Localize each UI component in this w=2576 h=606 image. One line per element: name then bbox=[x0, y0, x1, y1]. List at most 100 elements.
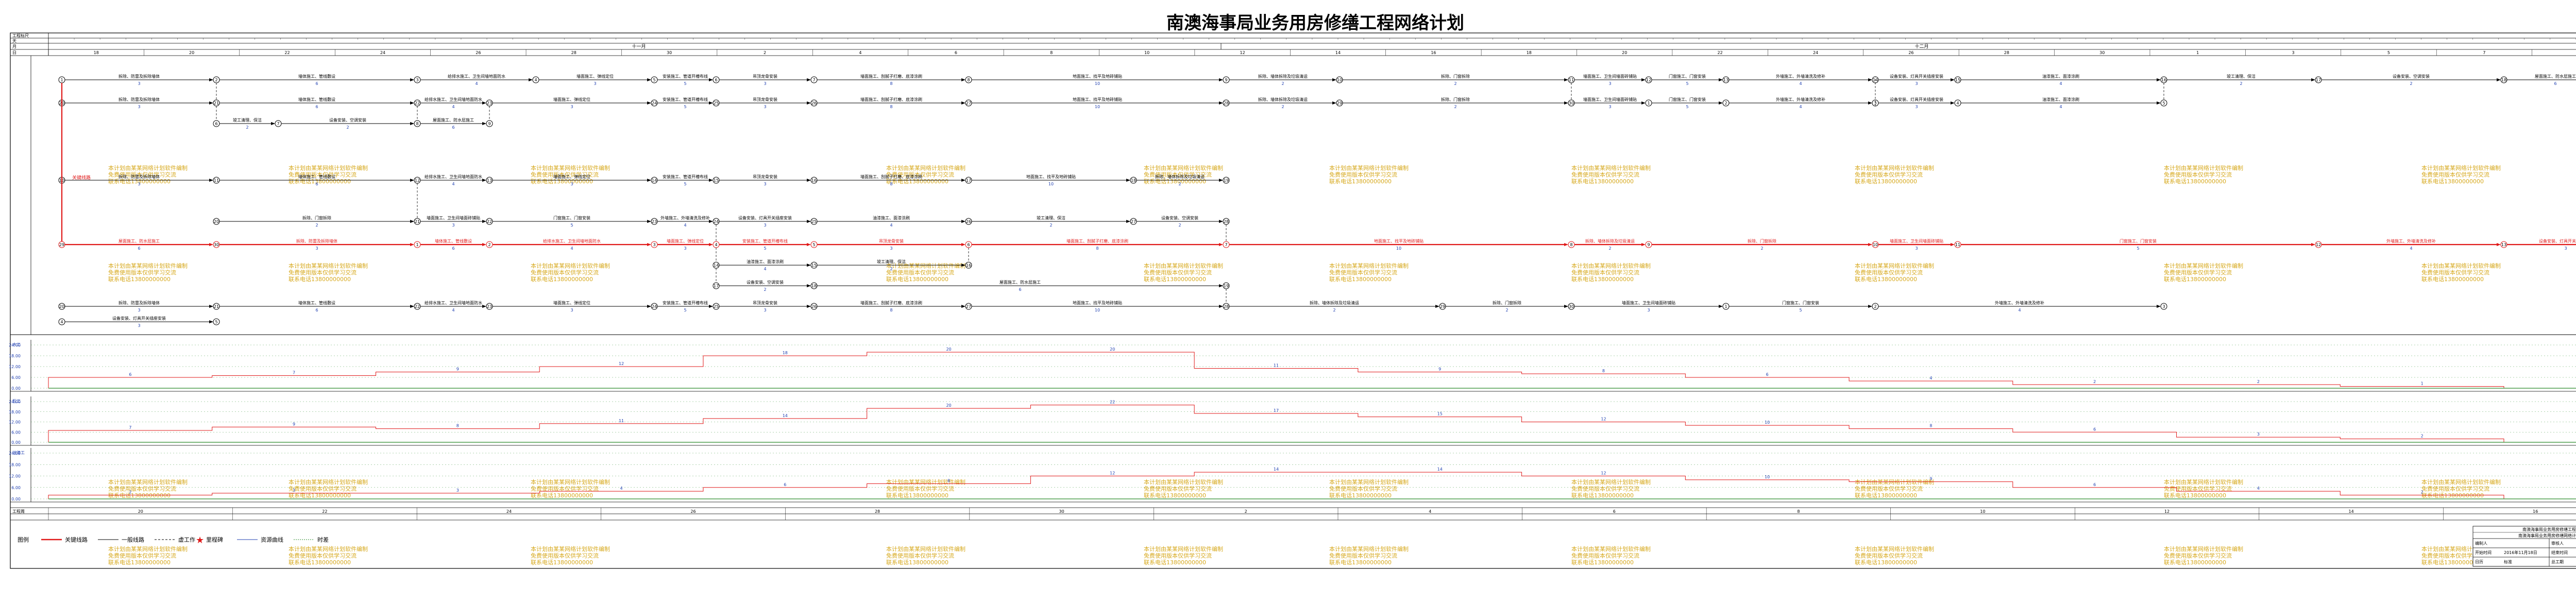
activity-label: 给排水施工、卫生间墙地面防水 bbox=[425, 300, 482, 305]
event-node-number: 5 bbox=[215, 320, 217, 324]
watermark-text: 联系电话13800000000 bbox=[886, 492, 948, 499]
watermark-text: 本计划由某某网络计划软件编制 bbox=[886, 545, 965, 552]
event-node-number: 3 bbox=[2162, 304, 2165, 309]
watermark-text: 联系电话13800000000 bbox=[2421, 492, 2484, 499]
resource-value-label: 2 bbox=[129, 490, 131, 495]
activity-label: 油漆施工、面漆涂刷 bbox=[873, 215, 910, 220]
watermark-text: 联系电话13800000000 bbox=[2164, 559, 2226, 566]
watermark-text: 本计划由某某网络计划软件编制 bbox=[886, 164, 965, 171]
resource-value-label: 17 bbox=[1274, 408, 1279, 413]
activity-label: 墙体施工、管线敷设 bbox=[298, 174, 335, 179]
timeline-header: 工程标尺 天 月 日 十一月 十二月 18 20 22 24 26 28 30 2 4 6 8 10 1… bbox=[10, 33, 2576, 56]
event-node-number: 6 bbox=[967, 243, 970, 247]
bottom-scale-value: 22 bbox=[322, 509, 327, 514]
activity-label: 拆除、防雷及拆除墙体 bbox=[118, 74, 160, 79]
watermark-text: 免费使用版本仅供学习交流 bbox=[886, 485, 954, 492]
event-node-number: 4 bbox=[534, 78, 537, 82]
legend-title: 图例 bbox=[18, 536, 29, 543]
activity-label: 安装施工、管道开槽布线 bbox=[663, 174, 708, 179]
resource-value-label: 20 bbox=[1110, 347, 1115, 352]
event-node-number: 2 bbox=[215, 78, 217, 82]
watermark-text: 免费使用版本仅供学习交流 bbox=[2421, 485, 2489, 492]
activity-arrow: 外墙施工、外墙清洗及修补 4 bbox=[1729, 97, 1872, 109]
event-node-number: 7 bbox=[1225, 243, 1227, 247]
activity-arrow: 地面施工、找平及地砖铺贴 10 bbox=[972, 97, 1223, 109]
watermark-text: 免费使用版本仅供学习交流 bbox=[1329, 552, 1397, 559]
activity-duration: 3 bbox=[452, 223, 454, 228]
watermark-text: 本计划由某某网络计划软件编制 bbox=[1855, 262, 1934, 269]
event-node-number: 19 bbox=[1224, 284, 1229, 288]
title-block-label: 开始时间 bbox=[2475, 550, 2492, 555]
resource-value-label: 7 bbox=[129, 425, 131, 430]
activity-arrow: 拆除、防雷及拆除墙体 3 bbox=[65, 300, 213, 313]
event-node-number: 16 bbox=[966, 263, 971, 268]
activity-label: 设备安装、灯具开关插座安装 bbox=[112, 316, 166, 321]
activity-duration: 2 bbox=[246, 125, 248, 130]
watermark-text: 本计划由某某网络计划软件编制 bbox=[1571, 262, 1651, 269]
activity-arrow: 门窗施工、门窗安装 5 bbox=[1961, 238, 2315, 251]
activity-label: 拆除、墙体拆除及垃圾清运 bbox=[1258, 74, 1308, 79]
activity-duration: 3 bbox=[570, 105, 573, 109]
watermark-text: 本计划由某某网络计划软件编制 bbox=[289, 164, 368, 171]
activity-duration: 3 bbox=[2564, 246, 2567, 251]
activity-label: 墙面施工、刮腻子打磨、底漆涂刷 bbox=[860, 74, 922, 79]
activity-arrow: 拆除、门窗拆除 2 bbox=[219, 215, 414, 228]
event-node-number: 6 bbox=[715, 78, 717, 82]
legend: 图例 关键线路 一般线路 虚工作 ★ 里程碑 资源曲线 时差 bbox=[18, 535, 329, 546]
watermark-text: 免费使用版本仅供学习交流 bbox=[2421, 269, 2489, 276]
activity-arrow: 油漆施工、面漆涂刷 4 bbox=[719, 259, 811, 271]
row-label-date: 日 bbox=[12, 50, 16, 55]
resource-axis-tick: 12.00 bbox=[9, 420, 21, 425]
title-block-drawing: 南澳海事局业务用房修缮网络计划 bbox=[2518, 533, 2576, 538]
event-node-number: 5 bbox=[812, 243, 815, 247]
activity-label: 设备安装、空调安装 bbox=[1161, 215, 1198, 220]
activity-label: 墙面施工、弹线定位 bbox=[553, 300, 590, 305]
activity-arrow: 外墙施工、外墙清洗及修补 4 bbox=[2321, 238, 2501, 251]
activity-duration: 2 bbox=[1049, 223, 1052, 228]
activity-arrow: 墙体施工、管线敷设 6 bbox=[219, 174, 414, 186]
activity-arrow: 拆除、门窗拆除 2 bbox=[1446, 300, 1568, 313]
watermark-text: 免费使用版本仅供学习交流 bbox=[1329, 485, 1397, 492]
activity-arrow: 设备安装、空调安装 2 bbox=[719, 280, 811, 292]
activity-duration: 5 bbox=[764, 246, 766, 251]
resource-axis-tick: 12.00 bbox=[9, 474, 21, 479]
event-node-number: 1 bbox=[416, 243, 418, 247]
bottom-scale-value: 4 bbox=[1429, 509, 1431, 514]
event-node-number: 11 bbox=[1569, 78, 1574, 82]
watermark-text: 本计划由某某网络计划软件编制 bbox=[1144, 545, 1223, 552]
watermark-text: 本计划由某某网络计划软件编制 bbox=[289, 545, 368, 552]
bottom-scale-value: 14 bbox=[2349, 509, 2354, 514]
event-node-number: 26 bbox=[811, 304, 817, 309]
activity-arrow: 墙面施工、卫生间墙面砖铺贴 3 bbox=[1574, 74, 1646, 86]
watermark-text: 本计划由某某网络计划软件编制 bbox=[1144, 478, 1223, 486]
event-node-number: 5 bbox=[2162, 101, 2165, 106]
day-label: 20 bbox=[189, 50, 194, 55]
watermark-text: 联系电话13800000000 bbox=[108, 492, 171, 499]
watermark-text: 联系电话13800000000 bbox=[886, 276, 948, 283]
resource-panel: 木工0.006.0012.0018.0024.006 79121820 20119 8… bbox=[9, 340, 2576, 392]
watermark-text: 本计划由某某网络计划软件编制 bbox=[1144, 164, 1223, 171]
event-node-number: 27 bbox=[966, 101, 971, 106]
event-node-number: 17 bbox=[2316, 78, 2321, 82]
activity-duration: 4 bbox=[2018, 308, 2021, 313]
activity-label: 墙面施工、刮腻子打磨、底漆涂刷 bbox=[860, 97, 922, 102]
activity-label: 拆除、门窗拆除 bbox=[302, 215, 331, 220]
activity-label: 墙面施工、弹线定位 bbox=[577, 74, 614, 79]
watermark-text: 免费使用版本仅供学习交流 bbox=[1571, 171, 1639, 178]
activity-label: 竣工清理、保洁 bbox=[1037, 215, 1065, 220]
activity-duration: 3 bbox=[1608, 105, 1611, 109]
activity-label: 拆除、墙体拆除及垃圾清运 bbox=[1155, 174, 1205, 179]
activity-label: 给排水施工、卫生间墙地面防水 bbox=[425, 97, 482, 102]
day-label: 28 bbox=[2004, 50, 2009, 55]
event-node-number: 20 bbox=[214, 219, 219, 224]
resource-value-label: 14 bbox=[1274, 467, 1279, 472]
resource-value-label: 6 bbox=[2093, 482, 2096, 487]
month-label-nov: 十一月 bbox=[632, 43, 646, 49]
resource-value-label: 18 bbox=[783, 351, 788, 355]
activity-duration: 4 bbox=[452, 105, 454, 109]
watermark-text: 本计划由某某网络计划软件编制 bbox=[886, 478, 965, 486]
activity-arrow: 地面施工、找平及地砖铺贴 10 bbox=[972, 300, 1223, 313]
day-label: 22 bbox=[284, 50, 290, 55]
activity-duration: 6 bbox=[2554, 81, 2556, 86]
watermark-text: 本计划由某某网络计划软件编制 bbox=[289, 478, 368, 486]
